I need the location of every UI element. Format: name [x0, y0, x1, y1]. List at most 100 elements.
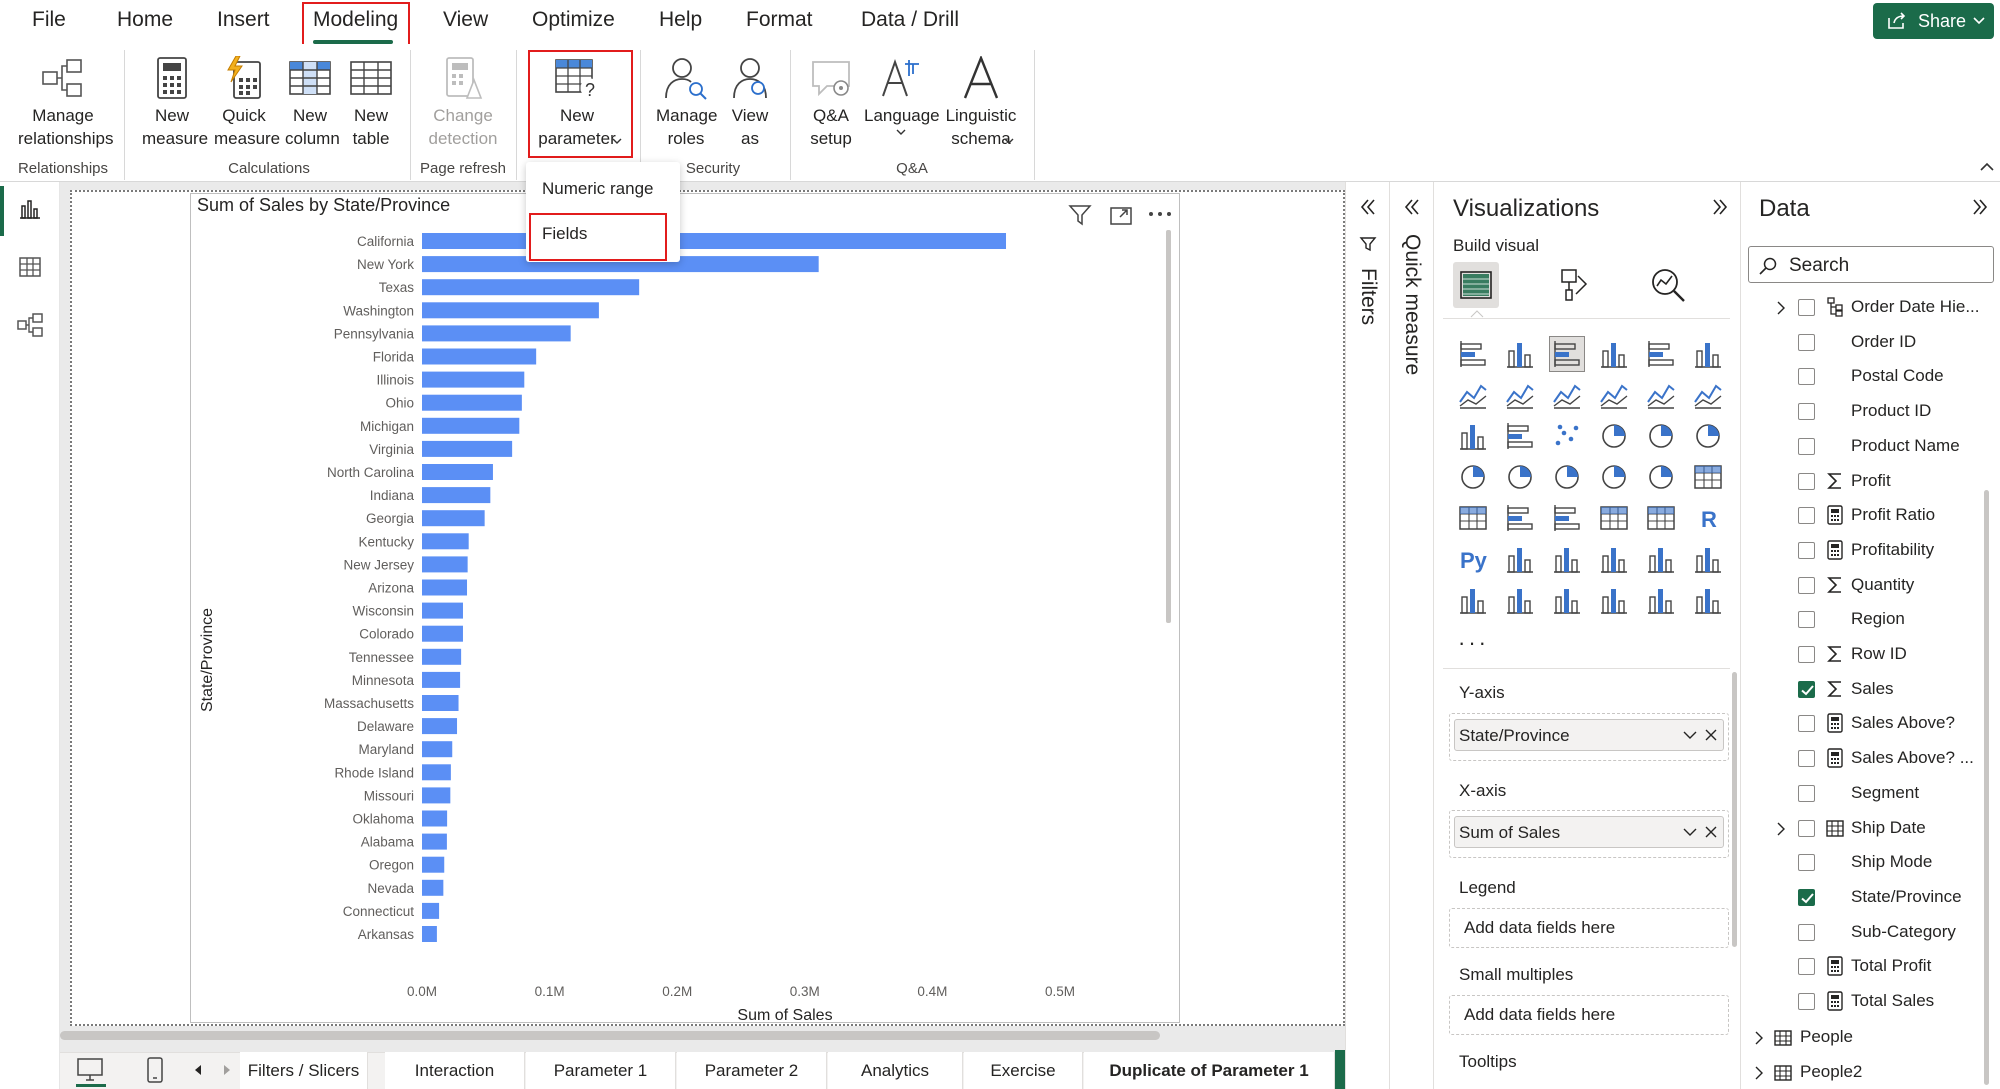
field-checkbox[interactable] — [1798, 472, 1815, 490]
page-tab-interaction[interactable]: Interaction — [385, 1052, 525, 1089]
page-tab-parameter-1[interactable]: Parameter 1 — [526, 1052, 676, 1089]
legend-well[interactable]: Add data fields here — [1449, 908, 1729, 948]
data-pane-scrollbar[interactable] — [1984, 490, 1989, 1085]
qa-icon[interactable] — [1597, 542, 1631, 576]
analytics-icon[interactable] — [1649, 266, 1687, 304]
field-row-id[interactable]: Row ID — [1740, 640, 2000, 670]
x-axis-field-pill[interactable]: Sum of Sales — [1454, 816, 1724, 848]
field-checkbox[interactable] — [1798, 611, 1815, 629]
multi-row-card-icon[interactable] — [1456, 501, 1490, 535]
chart-scrollbar[interactable] — [1166, 230, 1171, 623]
collapse-visualizations-icon[interactable] — [1711, 198, 1729, 216]
field-checkbox[interactable] — [1798, 541, 1815, 559]
small-multiples-well[interactable]: Add data fields here — [1449, 995, 1729, 1035]
field-total-profit[interactable]: Total Profit — [1740, 952, 2000, 982]
table-icon[interactable] — [1597, 501, 1631, 535]
field-checkbox[interactable] — [1798, 646, 1815, 663]
bar-california[interactable] — [422, 233, 1007, 249]
kpi-icon[interactable] — [1503, 501, 1537, 535]
key-influencers-icon[interactable] — [1503, 542, 1537, 576]
field-product-id[interactable]: Product ID — [1740, 397, 2000, 427]
field-region[interactable]: Region — [1740, 605, 2000, 635]
field-checkbox[interactable] — [1798, 333, 1815, 351]
report-view-icon[interactable] — [18, 198, 42, 220]
filters-pane-collapsed[interactable]: Filters — [1345, 182, 1389, 1089]
funnel-chart-icon[interactable] — [1503, 419, 1537, 453]
field-total-sales[interactable]: Total Sales — [1740, 987, 2000, 1017]
y-axis-field-pill[interactable]: State/Province — [1454, 719, 1724, 751]
focus-mode-icon[interactable] — [1110, 205, 1132, 225]
matrix-icon[interactable] — [1644, 501, 1678, 535]
100-stacked-column-chart-icon[interactable] — [1691, 337, 1725, 371]
slicer-icon[interactable] — [1550, 501, 1584, 535]
field-order-date-hie[interactable]: Order Date Hie... — [1740, 293, 2000, 323]
paginated-report-icon[interactable] — [1456, 583, 1490, 617]
menu-tab-file[interactable]: File — [32, 8, 66, 32]
page-tab-filters-slicers[interactable]: Filters / Slicers — [240, 1052, 368, 1089]
field-checkbox[interactable] — [1798, 854, 1815, 872]
mobile-layout-icon[interactable] — [146, 1056, 164, 1084]
bar-delaware[interactable] — [422, 718, 458, 735]
table-people2[interactable]: People2 — [1740, 1058, 2000, 1088]
field-ship-date[interactable]: Ship Date — [1740, 814, 2000, 844]
bar-massachusetts[interactable] — [422, 695, 459, 711]
new-column-button[interactable]: New column — [280, 56, 340, 150]
more-visuals-icon[interactable]: ··· — [1458, 630, 1489, 656]
remove-field-icon[interactable] — [1705, 729, 1717, 741]
scatter-chart-icon[interactable] — [1550, 419, 1584, 453]
field-product-name[interactable]: Product Name — [1740, 432, 2000, 462]
field-profit[interactable]: Profit — [1740, 467, 2000, 497]
stacked-column-chart-icon[interactable] — [1503, 337, 1537, 371]
field-checkbox[interactable] — [1798, 368, 1815, 386]
line-chart-icon[interactable] — [1456, 378, 1490, 412]
manage-roles-button[interactable]: Manage roles — [648, 56, 724, 150]
field-profitability[interactable]: Profitability — [1740, 536, 2000, 566]
menu-tab-optimize[interactable]: Optimize — [532, 8, 615, 32]
line-and-clustered-column-icon[interactable] — [1644, 378, 1678, 412]
bar-virginia[interactable] — [422, 440, 513, 457]
model-view-icon[interactable] — [16, 312, 44, 338]
remove-field-icon[interactable] — [1705, 826, 1717, 838]
field-postal-code[interactable]: Postal Code — [1740, 362, 2000, 392]
menu-tab-view[interactable]: View — [443, 8, 488, 32]
goals-icon[interactable] — [1691, 542, 1725, 576]
scroll-left-icon[interactable] — [193, 1064, 203, 1076]
bar-alabama[interactable] — [422, 833, 447, 850]
bar-washington[interactable] — [422, 302, 599, 319]
more-options-icon[interactable] — [1148, 211, 1172, 217]
shape-map-icon[interactable] — [1550, 460, 1584, 494]
bar-connecticut[interactable] — [422, 902, 440, 919]
ribbon-chart-icon[interactable] — [1691, 378, 1725, 412]
new-table-button[interactable]: New table — [340, 56, 402, 150]
chevron-down-icon[interactable] — [1683, 827, 1697, 837]
chevron-visual-icon[interactable] — [1691, 583, 1725, 617]
field-checkbox[interactable] — [1798, 784, 1815, 802]
chevron-down-icon[interactable] — [1683, 730, 1697, 740]
bar-georgia[interactable] — [422, 510, 485, 527]
bar-indiana[interactable] — [422, 487, 491, 504]
field-checkbox[interactable] — [1798, 923, 1815, 941]
treemap-icon[interactable] — [1691, 419, 1725, 453]
field-checkbox[interactable] — [1798, 958, 1815, 976]
bar-ohio[interactable] — [422, 394, 522, 411]
bar-florida[interactable] — [422, 348, 537, 365]
bar-texas[interactable] — [422, 279, 640, 296]
clustered-bar-chart-icon[interactable] — [1549, 336, 1585, 372]
field-checkbox[interactable] — [1798, 680, 1815, 698]
bar-michigan[interactable] — [422, 417, 520, 434]
table-view-icon[interactable] — [18, 256, 42, 278]
bar-minnesota[interactable] — [422, 671, 461, 688]
menu-tab-format[interactable]: Format — [746, 8, 813, 32]
scroll-right-icon[interactable] — [222, 1064, 232, 1076]
language-button[interactable]: Language — [864, 56, 940, 137]
field-order-id[interactable]: Order ID — [1740, 328, 2000, 358]
share-button[interactable]: Share — [1873, 3, 1994, 39]
manage-relationships-button[interactable]: Manage relationships — [10, 56, 116, 150]
expand-filters-icon[interactable] — [1359, 198, 1377, 216]
desktop-layout-icon[interactable] — [76, 1057, 104, 1083]
bar-tennessee[interactable] — [422, 648, 462, 665]
quick-measure-button[interactable]: Quick measure — [208, 56, 280, 150]
map-icon[interactable] — [1456, 460, 1490, 494]
card-icon[interactable] — [1691, 460, 1725, 494]
page-tab-parameter-2[interactable]: Parameter 2 — [677, 1052, 827, 1089]
